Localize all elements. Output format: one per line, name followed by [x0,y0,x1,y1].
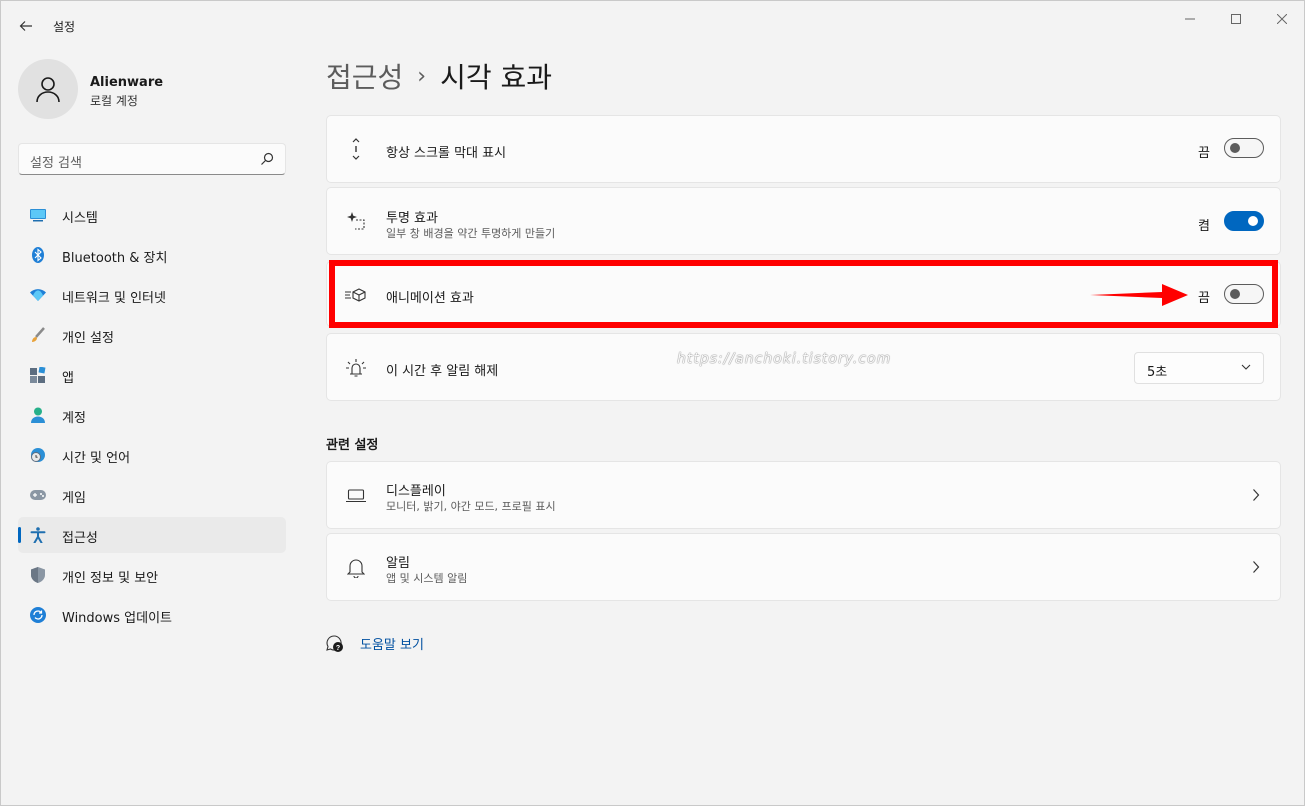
sidebar-item-label: 개인 정보 및 보안 [62,571,159,586]
svg-text:?: ? [336,645,340,652]
profile-account-type: 로컬 계정 [90,94,138,108]
related-notifications[interactable]: 알림 앱 및 시스템 알림 [326,533,1281,601]
sidebar-item-label: 앱 [62,371,74,386]
minimize-button[interactable] [1167,7,1213,31]
sidebar-item-label: Windows 업데이트 [62,611,173,626]
setting-title: 이 시간 후 알림 해제 [386,364,499,379]
person-icon [36,77,60,103]
sidebar-item-label: 네트워크 및 인터넷 [62,291,166,306]
toggle-state-label: 끔 [1198,146,1210,161]
get-help-link[interactable]: ? 도움말 보기 [326,634,424,653]
shield-icon [30,567,46,583]
bell-icon [345,557,367,579]
scrollbars-toggle[interactable] [1224,138,1264,158]
update-icon [30,607,46,623]
search-placeholder: 설정 검색 [30,156,82,171]
back-button[interactable] [13,13,39,39]
sidebar-item-apps[interactable]: 앱 [18,357,286,393]
notification-sparkle-icon [345,357,367,379]
wifi-icon [30,287,46,303]
dropdown-value: 5초 [1147,365,1168,380]
sidebar-item-bluetooth[interactable]: Bluetooth & 장치 [18,237,286,273]
gamepad-icon [30,487,46,503]
bluetooth-icon [30,247,46,263]
settings-window: 설정 Alienware 로컬 계정 설정 검색 시스템 Bluetooth &… [0,0,1305,806]
chevron-right-icon [1253,489,1260,501]
breadcrumb: 접근성 › 시각 효과 [326,56,552,96]
sidebar-item-privacy-security[interactable]: 개인 정보 및 보안 [18,557,286,593]
brush-icon [30,327,46,343]
setting-title: 투명 효과 [386,211,438,226]
sidebar-item-gaming[interactable]: 게임 [18,477,286,513]
breadcrumb-separator: › [417,63,427,89]
transparency-toggle[interactable] [1224,211,1264,231]
monitor-icon [30,207,46,223]
related-display[interactable]: 디스플레이 모니터, 밝기, 야간 모드, 프로필 표시 [326,461,1281,529]
section-title-related: 관련 설정 [326,438,379,453]
title-bar: 설정 [1,1,1304,47]
laptop-icon [345,485,367,507]
setting-subtitle: 앱 및 시스템 알림 [386,572,468,585]
transparency-icon [345,210,367,232]
search-icon [261,152,274,165]
globe-clock-icon [30,447,46,463]
search-input[interactable]: 설정 검색 [18,143,286,175]
maximize-icon [1231,14,1241,24]
setting-transparency[interactable]: 투명 효과 일부 창 배경을 약간 투명하게 만들기 켬 [326,187,1281,255]
sidebar-item-label: 계정 [62,411,86,426]
maximize-button[interactable] [1213,7,1259,31]
breadcrumb-parent[interactable]: 접근성 [326,56,403,96]
profile-name: Alienware [90,75,164,90]
user-profile[interactable]: Alienware 로컬 계정 [18,59,298,121]
setting-scrollbars[interactable]: 항상 스크롤 막대 표시 끔 [326,115,1281,183]
chevron-right-icon [1253,561,1260,573]
avatar [18,59,78,119]
sidebar-item-system[interactable]: 시스템 [18,197,286,233]
apps-icon [30,367,46,383]
close-button[interactable] [1259,7,1305,31]
sidebar-item-label: 접근성 [62,531,98,546]
person-icon [30,407,46,423]
sidebar-item-label: 게임 [62,491,86,506]
app-title: 설정 [53,20,76,34]
chevron-down-icon [1241,364,1251,370]
setting-title: 알림 [386,556,410,571]
arrow-left-icon [19,21,32,31]
sidebar-item-personalization[interactable]: 개인 설정 [18,317,286,353]
sidebar-item-time-language[interactable]: 시간 및 언어 [18,437,286,473]
sidebar-nav: 시스템 Bluetooth & 장치 네트워크 및 인터넷 개인 설정 앱 계정… [18,197,286,637]
sidebar-item-accessibility[interactable]: 접근성 [18,517,286,553]
watermark: https://anchoki.tistory.com [677,351,892,367]
page-title: 시각 효과 [440,61,553,94]
sidebar-item-accounts[interactable]: 계정 [18,397,286,433]
sidebar-item-label: 시간 및 언어 [62,451,131,466]
annotation-arrow [1090,284,1188,306]
sidebar-item-label: 개인 설정 [62,331,114,346]
setting-subtitle: 모니터, 밝기, 야간 모드, 프로필 표시 [386,500,556,513]
get-help-label: 도움말 보기 [360,638,424,653]
toggle-state-label: 켬 [1198,219,1210,234]
close-icon [1277,14,1287,24]
sidebar-item-label: 시스템 [62,211,98,226]
scrollbar-icon [345,138,367,160]
sidebar-item-windows-update[interactable]: Windows 업데이트 [18,597,286,633]
setting-notification-timeout: 이 시간 후 알림 해제 5초 [326,333,1281,401]
notification-timeout-dropdown[interactable]: 5초 [1134,352,1264,384]
setting-title: 항상 스크롤 막대 표시 [386,146,507,161]
sidebar-item-network[interactable]: 네트워크 및 인터넷 [18,277,286,313]
minimize-icon [1185,18,1195,20]
help-icon: ? [326,634,343,652]
accessibility-icon [30,527,46,543]
setting-subtitle: 일부 창 배경을 약간 투명하게 만들기 [386,227,556,240]
setting-title: 디스플레이 [386,484,446,499]
sidebar-item-label: Bluetooth & 장치 [62,251,168,266]
